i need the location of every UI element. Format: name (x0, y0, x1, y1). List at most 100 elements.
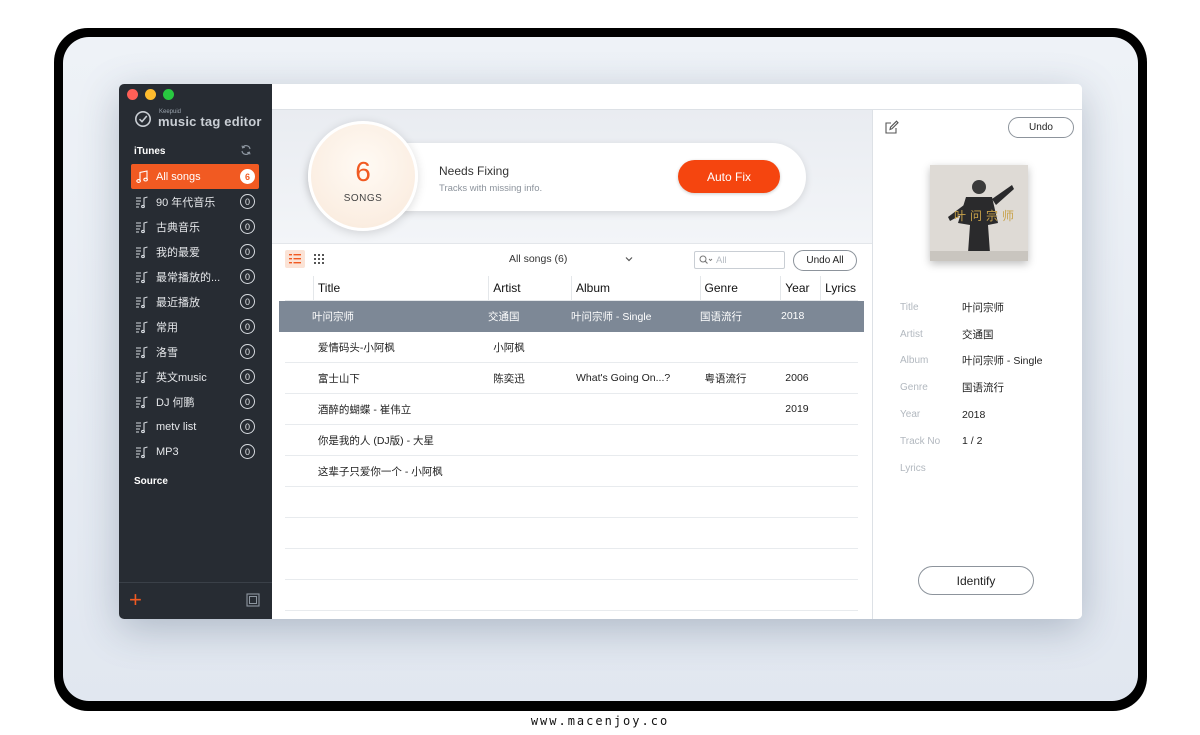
cell-year: 2006 (785, 372, 809, 384)
playlist-count-badge: 0 (240, 269, 255, 284)
cell-title: 叶问宗师 (312, 310, 354, 323)
cell-title: 富士山下 (317, 372, 360, 385)
sidebar-item-playlist[interactable]: 最近播放 0 (131, 289, 259, 314)
sidebar-item-label: All songs (156, 170, 201, 183)
playlist-icon (136, 320, 148, 333)
list-view-icon (289, 254, 301, 264)
sidebar-item-label: 90 年代音乐 (156, 196, 216, 209)
metadata-value[interactable]: 1 / 2 (962, 435, 982, 447)
cell-title: 这辈子只爱你一个 - 小阿枫 (317, 465, 443, 478)
cell-genre: 国语流行 (700, 310, 742, 323)
metadata-value[interactable]: 交通国 (962, 327, 994, 342)
cell-title: 爱情码头-小阿枫 (317, 341, 395, 354)
table-row[interactable]: 这辈子只爱你一个 - 小阿枫 (285, 456, 858, 487)
metadata-value[interactable]: 叶问宗师 - Single (962, 353, 1043, 368)
sidebar-item-playlist[interactable]: DJ 何鹏 0 (131, 389, 259, 414)
metadata-row: Genre 国语流行 (900, 374, 1070, 401)
sidebar-item-playlist[interactable]: MP3 0 (131, 439, 259, 464)
playlist-icon (136, 445, 148, 458)
empty-table-row (285, 580, 858, 611)
playlist-count-badge: 0 (240, 344, 255, 359)
minimize-button[interactable] (145, 89, 156, 100)
sidebar-item-label: 最近播放 (156, 296, 200, 309)
metadata-row: Title 叶问宗师 (900, 294, 1070, 321)
layout-icon[interactable] (246, 593, 260, 607)
list-view-button[interactable] (285, 250, 305, 268)
sidebar-item-playlist[interactable]: 我的最爱 0 (131, 239, 259, 264)
sidebar-item-playlist[interactable]: 常用 0 (131, 314, 259, 339)
sidebar-item-playlist[interactable]: 洛雪 0 (131, 339, 259, 364)
playlist-icon (136, 195, 148, 208)
sidebar-item-playlist[interactable]: 最常播放的... 0 (131, 264, 259, 289)
playlist-icon (136, 295, 148, 308)
cell-year: 2019 (785, 403, 809, 415)
cover-text: 叶问宗师 (954, 209, 1019, 223)
playlist-count-badge: 0 (240, 419, 255, 434)
undo-all-button[interactable]: Undo All (793, 250, 857, 271)
sync-icon[interactable] (240, 144, 252, 156)
grid-view-button[interactable] (310, 250, 328, 268)
album-cover[interactable]: 叶问宗师 (930, 165, 1028, 261)
search-input[interactable] (716, 254, 776, 266)
column-header-lyrics[interactable]: Lyrics (821, 276, 858, 301)
zoom-button[interactable] (163, 89, 174, 100)
cell-title: 酒醉的蝴蝶 - 崔伟立 (317, 403, 412, 416)
close-button[interactable] (127, 89, 138, 100)
table-row[interactable]: 爱情码头-小阿枫 小阿枫 (285, 332, 858, 363)
column-header-artist[interactable]: Artist (489, 275, 572, 301)
metadata-key: Title (900, 301, 919, 313)
metadata-value[interactable]: 2018 (962, 409, 985, 421)
auto-fix-button[interactable]: Auto Fix (678, 160, 780, 193)
playlist-icon (136, 245, 148, 258)
playlist-count-badge: 0 (240, 394, 255, 409)
playlist-count-badge: 6 (240, 169, 255, 184)
add-playlist-button[interactable]: + (129, 589, 145, 611)
column-header-title[interactable]: Title (314, 275, 490, 301)
details-panel: Undo 叶问宗师 Title 叶问宗师 Artist 交通国 Album 叶问宗师 - … (872, 110, 1082, 619)
sidebar-footer: + (119, 582, 272, 619)
edit-icon[interactable] (884, 120, 899, 135)
identify-button[interactable]: Identify (918, 566, 1034, 595)
sidebar-item-playlist[interactable]: All songs 6 (131, 164, 259, 189)
metadata-key: Lyrics (900, 462, 926, 474)
search-icon[interactable] (699, 255, 713, 265)
column-header-year[interactable]: Year (781, 275, 822, 301)
song-filter-select[interactable]: All songs (6) (509, 253, 567, 265)
playlist-icon (136, 220, 148, 233)
empty-table-row (285, 518, 858, 549)
column-header-genre[interactable]: Genre (701, 275, 782, 301)
metadata-value[interactable]: 国语流行 (962, 380, 1004, 395)
table-row[interactable]: 富士山下 陈奕迅 What's Going On...? 粤语流行 2006 (285, 363, 858, 394)
song-count-circle: 6 SONGS (308, 121, 418, 231)
playlist-count-badge: 0 (240, 319, 255, 334)
title-bar (272, 84, 1082, 110)
metadata-key: Artist (900, 328, 923, 340)
column-header-status (285, 275, 314, 301)
metadata-row: Artist 交通国 (900, 321, 1070, 348)
search-box (694, 251, 785, 269)
empty-table-row (285, 549, 858, 580)
source-section-header: Source (134, 476, 168, 487)
cell-year: 2018 (781, 310, 805, 322)
list-toolbar: All songs (6) Undo All (272, 244, 872, 276)
playlist-count-badge: 0 (240, 369, 255, 384)
needs-fixing-subtitle: Tracks with missing info. (439, 183, 543, 194)
metadata-value[interactable]: 叶问宗师 (962, 300, 1004, 315)
playlist-count-badge: 0 (240, 444, 255, 459)
sidebar-item-playlist[interactable]: 英文music 0 (131, 364, 259, 389)
metadata-key: Genre (900, 382, 928, 394)
sidebar-item-playlist[interactable]: 古典音乐 0 (131, 214, 259, 239)
song-count-label: SONGS (343, 193, 383, 204)
playlist-list: All songs 6 90 年代音乐 0 古典音乐 0 我的最爱 0 最常播放的... 0 最近播… (131, 164, 259, 464)
sidebar-item-playlist[interactable]: 90 年代音乐 0 (131, 189, 259, 214)
table-row[interactable]: 你是我的人 (DJ版) - 大星 (285, 425, 858, 456)
itunes-section-header: iTunes (134, 146, 166, 157)
playlist-icon (136, 270, 148, 283)
sidebar-item-label: metv list (156, 420, 197, 433)
column-header-album[interactable]: Album (572, 275, 701, 301)
table-row[interactable]: 酒醉的蝴蝶 - 崔伟立 2019 (285, 394, 858, 425)
chevron-down-icon[interactable] (624, 254, 634, 264)
undo-button[interactable]: Undo (1008, 117, 1074, 138)
table-row[interactable]: 叶问宗师 交通国 叶问宗师 - Single 国语流行 2018 (279, 301, 864, 332)
sidebar-item-playlist[interactable]: metv list 0 (131, 414, 259, 439)
